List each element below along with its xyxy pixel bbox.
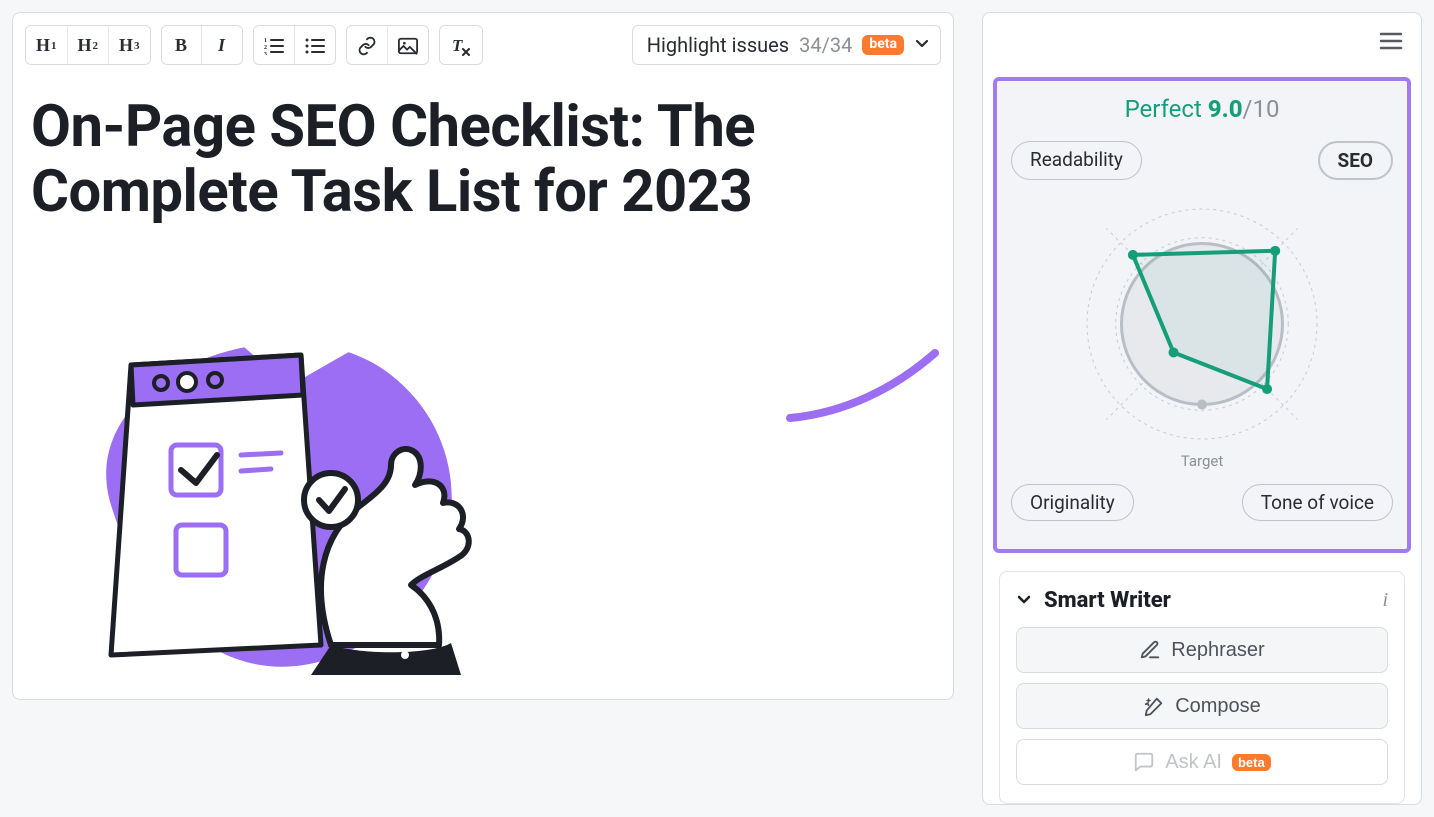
rephraser-button[interactable]: Rephraser: [1016, 627, 1388, 673]
metric-row-bottom: Originality Tone of voice: [1011, 484, 1393, 521]
heading-1-label: H: [36, 35, 50, 56]
score-line: Perfect 9.0/10: [1011, 95, 1393, 123]
metric-seo[interactable]: SEO: [1318, 141, 1394, 180]
heading-group: H1 H2 H3: [25, 25, 151, 65]
bold-button[interactable]: B: [162, 26, 202, 64]
sidebar-panel: Perfect 9.0/10 Readability SEO Target Or…: [982, 12, 1422, 805]
highlight-issues-dropdown[interactable]: Highlight issues 34/34 beta: [632, 25, 941, 65]
ask-ai-icon: [1133, 751, 1155, 773]
smart-writer-card: Smart Writer i Rephraser Compose: [999, 571, 1405, 804]
info-icon[interactable]: i: [1382, 589, 1388, 612]
chevron-down-icon: [914, 35, 930, 55]
metric-tone[interactable]: Tone of voice: [1242, 484, 1393, 521]
document-title[interactable]: On-Page SEO Checklist: The Complete Task…: [25, 65, 941, 235]
svg-text:1: 1: [264, 38, 267, 44]
clear-group: T: [439, 25, 483, 65]
score-card: Perfect 9.0/10 Readability SEO Target Or…: [993, 77, 1411, 553]
ordered-list-button[interactable]: 1 2 3: [254, 26, 295, 64]
highlight-issues-label: Highlight issues: [647, 33, 789, 57]
score-max: /10: [1243, 95, 1280, 123]
heading-2-button[interactable]: H2: [68, 26, 110, 64]
metric-row-top: Readability SEO: [1011, 141, 1393, 180]
heading-1-button[interactable]: H1: [26, 26, 68, 64]
link-icon: [357, 36, 377, 56]
svg-text:T: T: [452, 36, 463, 55]
ask-ai-label: Ask AI: [1165, 751, 1222, 774]
ordered-list-icon: 1 2 3: [264, 37, 284, 55]
chevron-down-icon: [1016, 591, 1032, 611]
toolbar: H1 H2 H3 B I 1 2: [25, 25, 941, 65]
score-word: Perfect: [1125, 95, 1202, 123]
metric-originality[interactable]: Originality: [1011, 484, 1134, 521]
score-value: 9.0: [1208, 95, 1243, 123]
smart-writer-header[interactable]: Smart Writer i: [1016, 588, 1388, 613]
clear-format-button[interactable]: T: [440, 26, 482, 64]
compose-label: Compose: [1175, 695, 1261, 718]
link-button[interactable]: [347, 26, 388, 64]
document-illustration: [25, 235, 941, 679]
rephraser-label: Rephraser: [1171, 639, 1264, 662]
svg-text:3: 3: [264, 52, 267, 55]
smart-writer-title: Smart Writer: [1044, 588, 1171, 613]
menu-icon: [1379, 31, 1403, 55]
rephraser-icon: [1139, 639, 1161, 661]
ask-ai-button[interactable]: Ask AI beta: [1016, 739, 1388, 785]
image-icon: [398, 37, 418, 55]
editor-panel: H1 H2 H3 B I 1 2: [12, 12, 954, 700]
heading-2-label: H: [78, 35, 92, 56]
list-group: 1 2 3: [253, 25, 336, 65]
annotation-arrow-icon: [785, 333, 955, 437]
clear-format-icon: T: [450, 36, 472, 56]
metric-readability[interactable]: Readability: [1011, 141, 1142, 180]
image-button[interactable]: [388, 26, 428, 64]
compose-button[interactable]: Compose: [1016, 683, 1388, 729]
heading-3-button[interactable]: H3: [109, 26, 150, 64]
heading-3-sub: 3: [134, 40, 140, 52]
heading-2-sub: 2: [93, 40, 99, 52]
insert-group: [346, 25, 429, 65]
radar-target-label: Target: [1011, 452, 1393, 470]
beta-badge: beta: [862, 35, 904, 54]
highlight-issues-count: 34/34: [799, 33, 852, 57]
italic-button[interactable]: I: [202, 26, 242, 64]
unordered-list-button[interactable]: [295, 26, 335, 64]
ask-ai-beta-badge: beta: [1232, 754, 1271, 771]
svg-text:2: 2: [264, 45, 267, 51]
compose-icon: [1143, 695, 1165, 717]
sidebar-menu-button[interactable]: [1371, 23, 1411, 63]
heading-3-label: H: [119, 35, 133, 56]
unordered-list-icon: [305, 37, 325, 55]
radar-chart: [1011, 194, 1393, 454]
style-group: B I: [161, 25, 243, 65]
heading-1-sub: 1: [51, 40, 57, 52]
